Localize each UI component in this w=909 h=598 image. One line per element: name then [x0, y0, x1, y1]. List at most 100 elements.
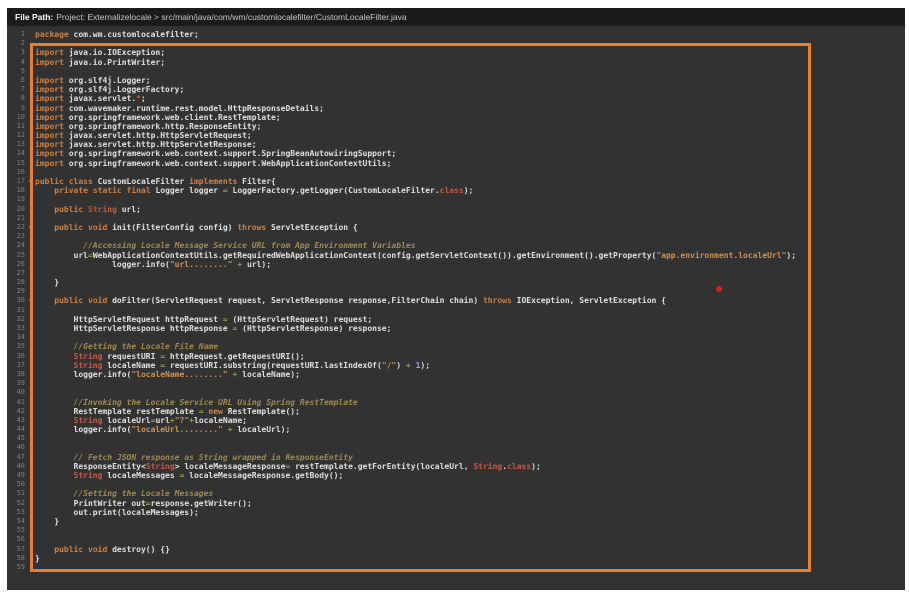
code-text: import org.springframework.web.context.s…	[35, 159, 391, 168]
code-line[interactable]: 42 RestTemplate restTemplate = new RestT…	[7, 407, 905, 416]
code-line[interactable]: 18 private static final Logger logger = …	[7, 186, 905, 195]
code-line[interactable]: 1package com.wm.customlocalefilter;	[7, 30, 905, 39]
code-line[interactable]: 16	[7, 168, 905, 177]
code-line[interactable]: 4import java.io.PrintWriter;	[7, 58, 905, 67]
fold-gutter-spacer	[25, 131, 35, 140]
code-text: logger.info("localeName........" + local…	[35, 370, 300, 379]
code-line[interactable]: 55	[7, 526, 905, 535]
fold-gutter-spacer	[25, 205, 35, 214]
code-line[interactable]: 6import org.slf4j.Logger;	[7, 76, 905, 85]
code-line[interactable]: 45	[7, 434, 905, 443]
fold-arrow-icon[interactable]: ▾	[25, 223, 35, 232]
fold-gutter-spacer	[25, 416, 35, 425]
line-number: 23	[7, 232, 25, 241]
fold-gutter-spacer	[25, 48, 35, 57]
fold-arrow-icon[interactable]: ▾	[25, 296, 35, 305]
fold-gutter-spacer	[25, 104, 35, 113]
code-line[interactable]: 41 //Invoking the Locale Service URL Usi…	[7, 398, 905, 407]
code-line[interactable]: 38 logger.info("localeName........" + lo…	[7, 370, 905, 379]
code-text: RestTemplate restTemplate = new RestTemp…	[35, 407, 300, 416]
code-text: import javax.servlet.http.HttpServletReq…	[35, 131, 252, 140]
code-line[interactable]: 58}	[7, 554, 905, 563]
code-text: public void init(FilterConfig config) th…	[35, 223, 358, 232]
line-number: 2	[7, 39, 25, 48]
code-line[interactable]: 44 logger.info("localeUrl........" + loc…	[7, 425, 905, 434]
fold-gutter-spacer	[25, 122, 35, 131]
fold-gutter-spacer	[25, 306, 35, 315]
code-line[interactable]: 19	[7, 195, 905, 204]
fold-gutter-spacer	[25, 489, 35, 498]
code-line[interactable]: 21	[7, 214, 905, 223]
code-line[interactable]: 28 }	[7, 278, 905, 287]
line-number: 4	[7, 58, 25, 67]
code-line[interactable]: 36 String requestURI = httpRequest.getRe…	[7, 352, 905, 361]
code-line[interactable]: 33 HttpServletResponse httpResponse = (H…	[7, 324, 905, 333]
code-line[interactable]: 34	[7, 333, 905, 342]
code-line[interactable]: 39	[7, 379, 905, 388]
code-line[interactable]: 5	[7, 67, 905, 76]
fold-gutter-spacer	[25, 315, 35, 324]
fold-gutter-spacer	[25, 241, 35, 250]
code-line[interactable]: 15import org.springframework.web.context…	[7, 159, 905, 168]
fold-gutter-spacer	[25, 508, 35, 517]
line-number: 22	[7, 223, 25, 232]
fold-gutter-spacer	[25, 443, 35, 452]
code-line[interactable]: 12import javax.servlet.http.HttpServletR…	[7, 131, 905, 140]
code-text: import java.io.IOException;	[35, 48, 165, 57]
code-line[interactable]: 56	[7, 535, 905, 544]
code-line[interactable]: 2	[7, 39, 905, 48]
code-line[interactable]: 10import org.springframework.web.client.…	[7, 113, 905, 122]
code-text: String requestURI = httpRequest.getReque…	[35, 352, 305, 361]
line-number: 9	[7, 104, 25, 113]
code-line[interactable]: 50	[7, 480, 905, 489]
code-line[interactable]: 53 out.print(localeMessages);	[7, 508, 905, 517]
code-line[interactable]: 59	[7, 563, 905, 572]
line-number: 26	[7, 260, 25, 269]
code-text: HttpServletRequest httpRequest = (HttpSe…	[35, 315, 372, 324]
code-line[interactable]: 26 logger.info("url........" + url);	[7, 260, 905, 269]
code-line[interactable]: 3import java.io.IOException;	[7, 48, 905, 57]
file-path-label: File Path:	[15, 12, 53, 22]
fold-gutter-spacer	[25, 517, 35, 526]
code-line[interactable]: 49 String localeMessages = localeMessage…	[7, 471, 905, 480]
code-line[interactable]: 30▾ public void doFilter(ServletRequest …	[7, 296, 905, 305]
code-line[interactable]: 57 public void destroy() {}	[7, 545, 905, 554]
code-line[interactable]: 25 url=WebApplicationContextUtils.getReq…	[7, 251, 905, 260]
line-number: 39	[7, 379, 25, 388]
code-line[interactable]: 47 // Fetch JSON response as String wrap…	[7, 453, 905, 462]
code-line[interactable]: 23	[7, 232, 905, 241]
fold-gutter-spacer	[25, 324, 35, 333]
line-number: 16	[7, 168, 25, 177]
code-line[interactable]: 51 //Setting the Locale Messages	[7, 489, 905, 498]
code-line[interactable]: 52 PrintWriter out=response.getWriter();	[7, 499, 905, 508]
code-line[interactable]: 46	[7, 443, 905, 452]
code-line[interactable]: 20 public String url;	[7, 205, 905, 214]
code-line[interactable]: 22▾ public void init(FilterConfig config…	[7, 223, 905, 232]
code-line[interactable]: 54 }	[7, 517, 905, 526]
code-line[interactable]: 35 //Getting the Locale File Name	[7, 342, 905, 351]
code-line[interactable]: 11import org.springframework.http.Respon…	[7, 122, 905, 131]
code-line[interactable]: 17▾public class CustomLocaleFilter imple…	[7, 177, 905, 186]
code-line[interactable]: 43 String localeUrl=url+"?"+localeName;	[7, 416, 905, 425]
code-text: HttpServletResponse httpResponse = (Http…	[35, 324, 391, 333]
code-line[interactable]: 37 String localeName = requestURI.substr…	[7, 361, 905, 370]
code-line[interactable]: 32 HttpServletRequest httpRequest = (Htt…	[7, 315, 905, 324]
line-number: 55	[7, 526, 25, 535]
line-number: 57	[7, 545, 25, 554]
fold-gutter-spacer	[25, 333, 35, 342]
code-line[interactable]: 14import org.springframework.web.context…	[7, 149, 905, 158]
fold-gutter-spacer	[25, 85, 35, 94]
code-area[interactable]: 1package com.wm.customlocalefilter;23imp…	[7, 30, 905, 572]
fold-gutter-spacer	[25, 214, 35, 223]
code-line[interactable]: 24 //Accessing Locale Message Service UR…	[7, 241, 905, 250]
code-line[interactable]: 31	[7, 306, 905, 315]
line-number: 41	[7, 398, 25, 407]
code-line[interactable]: 27	[7, 269, 905, 278]
fold-arrow-icon[interactable]: ▾	[25, 177, 35, 186]
code-line[interactable]: 7import org.slf4j.LoggerFactory;	[7, 85, 905, 94]
code-line[interactable]: 48 ResponseEntity<String> localeMessageR…	[7, 462, 905, 471]
code-line[interactable]: 8import javax.servlet.*;	[7, 94, 905, 103]
code-line[interactable]: 9import com.wavemaker.runtime.rest.model…	[7, 104, 905, 113]
code-editor[interactable]: 1package com.wm.customlocalefilter;23imp…	[7, 30, 905, 590]
code-line[interactable]: 40	[7, 388, 905, 397]
